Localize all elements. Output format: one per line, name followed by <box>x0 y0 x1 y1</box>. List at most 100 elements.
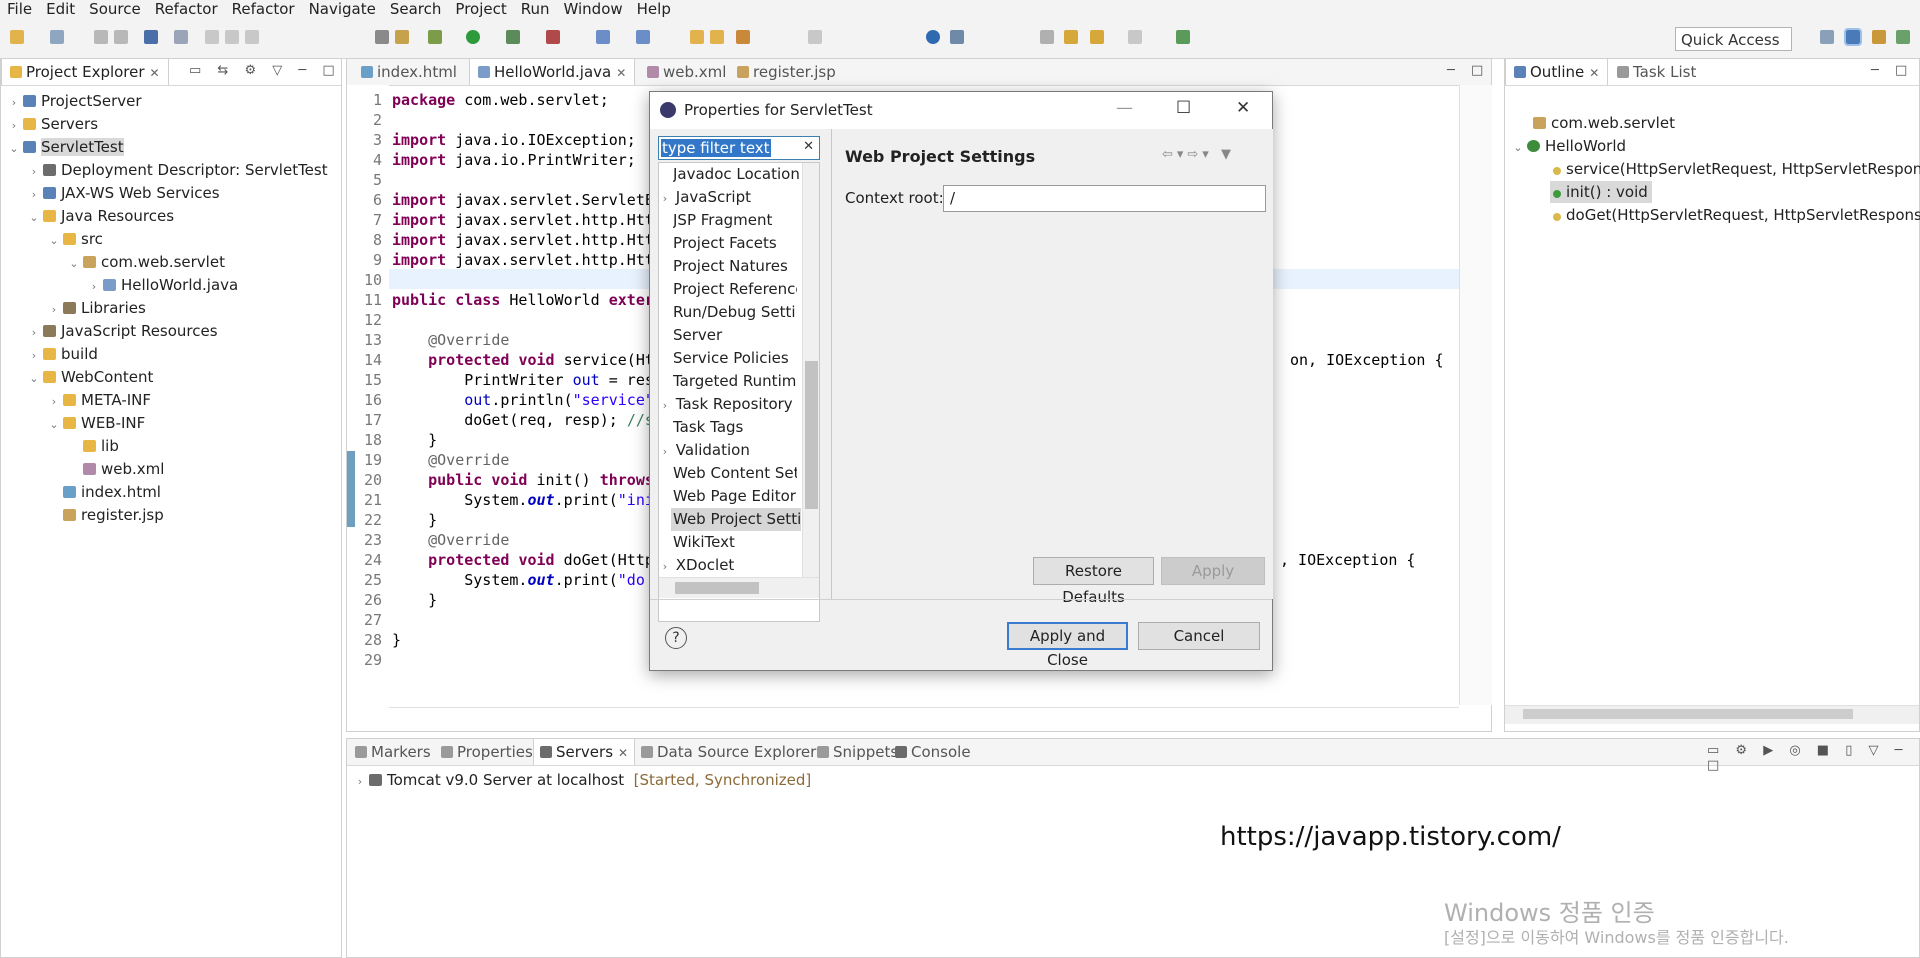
tree-item-projectserver[interactable]: › ProjectServer <box>8 90 142 112</box>
tab-snippets[interactable]: Snippets <box>813 739 902 765</box>
tab-properties[interactable]: Properties <box>437 739 537 765</box>
tree-item-jaxws[interactable]: › JAX-WS Web Services <box>28 182 220 204</box>
new-icon[interactable] <box>10 30 24 44</box>
perspective-javaee-icon[interactable] <box>1844 28 1862 46</box>
tab-outline[interactable]: Outline ✕ <box>1505 59 1609 85</box>
close-icon[interactable]: ✕ <box>1236 98 1250 118</box>
annotation-icon[interactable] <box>808 30 822 44</box>
menu-help[interactable]: Help <box>630 0 678 19</box>
apply-and-close-button[interactable]: Apply and Close <box>1007 622 1128 669</box>
run-icon[interactable] <box>466 30 480 44</box>
new-class-icon[interactable] <box>636 30 650 44</box>
close-icon[interactable]: ✕ <box>618 746 628 760</box>
terminal-icon[interactable] <box>144 30 158 44</box>
menu-project[interactable]: Project <box>448 0 513 19</box>
clear-filter-icon[interactable]: ✕ <box>803 139 814 154</box>
perspective-open-icon[interactable] <box>1820 30 1834 44</box>
pref-item-javascript[interactable]: › JavaScript <box>659 186 799 209</box>
new-server-icon[interactable] <box>596 30 610 44</box>
external-tools-icon[interactable] <box>546 30 560 44</box>
build-icon[interactable] <box>395 30 409 44</box>
pref-item-targeted-runtimes[interactable]: Targeted Runtimes <box>673 370 797 393</box>
globe-icon[interactable] <box>926 30 940 44</box>
bottom-view-toolbar[interactable]: ▭ ⚙ ▶ ◎ ■ ▯ ▽ ─ □ <box>1707 743 1919 773</box>
menu-refactor-2[interactable]: Refactor <box>225 0 302 19</box>
tab-servers[interactable]: Servers ✕ <box>533 739 636 765</box>
menu-navigate[interactable]: Navigate <box>302 0 383 19</box>
tree-item-src[interactable]: ⌄ src <box>48 228 103 250</box>
outline-window-controls[interactable]: ─ □ <box>1871 63 1913 78</box>
pref-item-project-references[interactable]: Project References <box>673 278 797 301</box>
help-icon[interactable]: ? <box>665 627 687 649</box>
menu-refactor[interactable]: Refactor <box>148 0 225 19</box>
pref-item-javadoc-location[interactable]: Javadoc Location <box>673 163 813 186</box>
last-edit-icon[interactable] <box>1040 30 1054 44</box>
list-vscrollbar[interactable] <box>802 163 819 577</box>
outline-item-package[interactable]: com.web.servlet <box>1530 112 1675 134</box>
pref-item-jsp-fragment[interactable]: JSP Fragment <box>673 209 813 232</box>
new-wizard-icon[interactable] <box>50 30 64 44</box>
menu-search[interactable]: Search <box>383 0 449 19</box>
menu-source[interactable]: Source <box>82 0 148 19</box>
forward-icon[interactable] <box>1128 30 1142 44</box>
pref-item-run-debug-settings[interactable]: Run/Debug Settings <box>673 301 797 324</box>
back-icon[interactable] <box>1064 30 1078 44</box>
close-icon[interactable]: ✕ <box>1589 66 1599 80</box>
menu-window[interactable]: Window <box>557 0 630 19</box>
restore-defaults-button[interactable]: Restore Defaults <box>1033 557 1154 606</box>
tab-data-source-explorer[interactable]: Data Source Explorer <box>637 739 820 765</box>
outline-item-doget[interactable]: doGet(HttpServletRequest, HttpServletRes… <box>1550 204 1920 226</box>
tab-helloworld-java[interactable]: HelloWorld.java ✕ <box>469 59 636 85</box>
tree-item-helloworld-java[interactable]: › HelloWorld.java <box>88 274 238 296</box>
tree-item-webcontent[interactable]: ⌄ WebContent <box>28 366 153 388</box>
close-icon[interactable]: ✕ <box>616 66 626 80</box>
perspective-debug-icon[interactable] <box>1872 30 1886 44</box>
outline-item-init[interactable]: init() : void <box>1550 181 1652 203</box>
editor-window-controls[interactable]: ─ □ <box>1447 63 1489 78</box>
open-task-icon[interactable] <box>710 30 724 44</box>
menu-run[interactable]: Run <box>514 0 557 19</box>
search-icon[interactable] <box>736 30 750 44</box>
tree-item-web-xml[interactable]: web.xml <box>68 458 164 480</box>
pref-item-wikitext[interactable]: WikiText <box>673 531 813 554</box>
back-arrow-icon[interactable] <box>1090 30 1104 44</box>
tab-console[interactable]: Console <box>891 739 975 765</box>
tree-item-lib[interactable]: lib <box>68 435 119 457</box>
suspend-icon[interactable] <box>225 30 239 44</box>
menu-edit[interactable]: Edit <box>39 0 82 19</box>
context-root-input[interactable]: / <box>943 185 1266 212</box>
pref-item-web-project-settings[interactable]: Web Project Settings <box>671 508 801 531</box>
toggle-icon[interactable] <box>375 30 389 44</box>
cancel-button[interactable]: Cancel <box>1138 622 1260 650</box>
tree-item-servers[interactable]: › Servers <box>8 113 98 135</box>
pref-item-project-facets[interactable]: Project Facets <box>673 232 813 255</box>
pin-icon[interactable] <box>950 30 964 44</box>
minimize-icon[interactable]: — <box>1116 98 1133 118</box>
list-hscroll-thumb[interactable] <box>675 582 759 594</box>
list-vscroll-thumb[interactable] <box>805 361 818 509</box>
terminate-icon[interactable] <box>245 30 259 44</box>
tree-item-java-resources[interactable]: ⌄ Java Resources <box>28 205 174 227</box>
outline-item-class[interactable]: ⌄ HelloWorld <box>1512 135 1626 157</box>
pref-item-server[interactable]: Server <box>673 324 813 347</box>
coverage-icon[interactable] <box>506 30 520 44</box>
tree-item-libraries[interactable]: › Libraries <box>48 297 146 319</box>
perspective-java-icon[interactable] <box>1896 30 1910 44</box>
filter-input[interactable]: type filter text ✕ <box>658 136 820 160</box>
tab-markers[interactable]: Markers <box>351 739 435 765</box>
tree-item-build[interactable]: › build <box>28 343 98 365</box>
tab-task-list[interactable]: Task List <box>1611 59 1702 85</box>
tab-register-jsp[interactable]: register.jsp <box>731 59 842 85</box>
resume-icon[interactable] <box>205 30 219 44</box>
tree-item-index-html[interactable]: index.html <box>48 481 161 503</box>
pref-item-service-policies[interactable]: Service Policies <box>673 347 813 370</box>
save-icon[interactable] <box>94 30 108 44</box>
quick-access-field[interactable]: Quick Access <box>1675 27 1792 51</box>
pref-item-validation[interactable]: › Validation <box>659 439 799 462</box>
tab-web-xml[interactable]: web.xml <box>641 59 732 85</box>
tree-item-deployment-descriptor[interactable]: › Deployment Descriptor: ServletTest <box>28 159 328 181</box>
save-all-icon[interactable] <box>114 30 128 44</box>
list-hscrollbar[interactable] <box>659 577 819 598</box>
tab-project-explorer[interactable]: Project Explorer ✕ <box>1 59 169 85</box>
pref-item-task-repository[interactable]: › Task Repository <box>659 393 799 416</box>
